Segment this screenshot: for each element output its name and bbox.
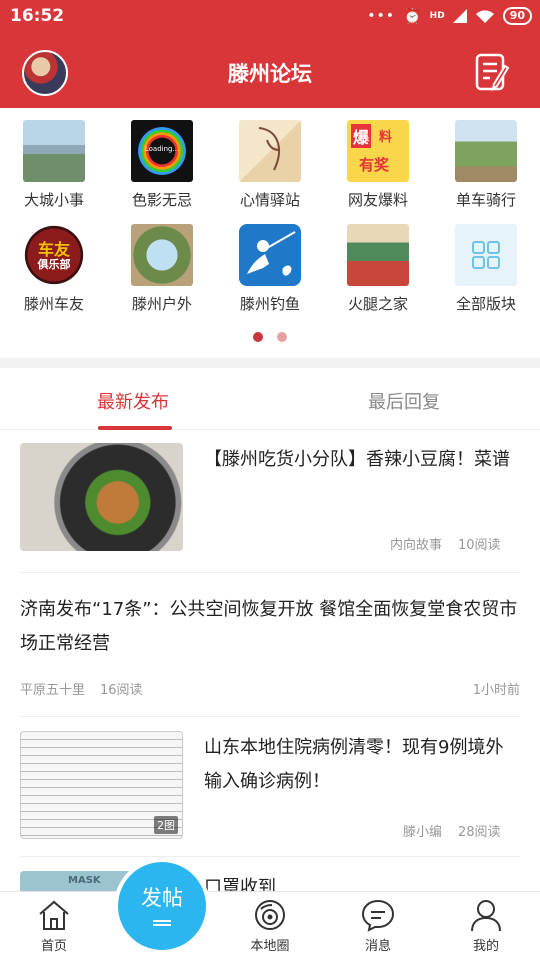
category-grid: 大城小事 Loading... 色影无忌 心情驿站 爆 料 有奖 网友爆料 单车… (0, 108, 540, 358)
post-thumbnail (20, 443, 183, 551)
image-count-badge: 2图 (154, 816, 178, 834)
category-fishing[interactable]: 滕州钓鱼 (220, 224, 320, 314)
status-time: 16:52 (10, 6, 65, 26)
list-item[interactable]: MASK 口罩收到 (20, 857, 520, 891)
message-icon (361, 899, 395, 932)
signal-icon (452, 9, 467, 23)
post-reads: 28阅读 (458, 825, 501, 840)
news-tip-icon: 爆 料 有奖 (347, 120, 409, 182)
local-circle-icon (255, 900, 285, 930)
category-outdoor[interactable]: 滕州户外 (112, 224, 212, 314)
page-dot-active (253, 332, 263, 342)
new-post-button[interactable]: 发帖 (118, 862, 206, 950)
page-indicator (0, 332, 540, 342)
post-title: 【滕州吃货小分队】香辣小豆腐！菜谱 (204, 449, 510, 470)
bottom-nav: 首页 本地圈 消息 我的 (0, 891, 540, 960)
nav-profile[interactable]: 我的 (446, 898, 526, 954)
fishing-icon (239, 224, 301, 286)
post-reads: 10阅读 (458, 538, 501, 553)
signal-label: HD (429, 11, 445, 21)
tip-bao-text: 爆 (351, 124, 372, 148)
bicycle-icon (455, 120, 517, 182)
tip-liao-text: 料 (379, 130, 393, 145)
nav-local-circle[interactable]: 本地圈 (230, 898, 310, 954)
car-club-subtext: 俱乐部 (37, 258, 71, 271)
mask-text: MASK (68, 875, 101, 886)
nav-messages[interactable]: 消息 (338, 898, 418, 954)
category-ham-radio[interactable]: 火腿之家 (328, 224, 428, 314)
list-item[interactable]: 2图 山东本地住院病例清零！现有9例境外输入确诊病例！ 滕小编 28阅读 (20, 717, 520, 857)
category-news-tip[interactable]: 爆 料 有奖 网友爆料 (328, 120, 428, 210)
battery-icon: 90 (502, 7, 532, 25)
post-title: 口罩收到 (204, 877, 276, 891)
list-item[interactable]: 【滕州吃货小分队】香辣小豆腐！菜谱 内向故事 10阅读 (20, 443, 520, 573)
section-divider (0, 358, 540, 368)
outdoor-icon (131, 224, 193, 286)
post-reads: 16阅读 (100, 683, 143, 698)
tab-last-reply[interactable]: 最后回复 (368, 388, 440, 414)
alarm-icon: ⏰ (402, 7, 422, 25)
category-all-boards[interactable]: 全部版块 (436, 224, 536, 314)
mood-icon (239, 120, 301, 182)
radio-icon (347, 224, 409, 286)
app-header: 滕州论坛 (0, 36, 540, 108)
menu-lines-icon (153, 920, 171, 922)
tip-prize-text: 有奖 (359, 156, 390, 174)
category-cycling[interactable]: 单车骑行 (436, 120, 536, 210)
post-title: 山东本地住院病例清零！现有9例境外输入确诊病例！ (204, 737, 504, 792)
grid-icon (455, 224, 517, 286)
new-post-label: 发帖 (141, 886, 183, 910)
category-mood[interactable]: 心情驿站 (220, 120, 320, 210)
camera-lens-icon: Loading... (131, 120, 193, 182)
list-item[interactable]: 济南发布“17条”：公共空间恢复开放 餐馆全面恢复堂食农贸市场正常经营 平原五十… (20, 573, 520, 717)
nav-home[interactable]: 首页 (14, 898, 94, 954)
page-dot (277, 332, 287, 342)
post-author: 内向故事 (390, 538, 443, 553)
tab-latest[interactable]: 最新发布 (97, 388, 169, 414)
post-thumbnail: 2图 (20, 731, 183, 839)
status-icons: ••• ⏰ HD 90 (367, 7, 532, 25)
status-bar: 16:52 ••• ⏰ HD 90 (0, 0, 540, 36)
post-feed: 【滕州吃货小分队】香辣小豆腐！菜谱 内向故事 10阅读 济南发布“17条”：公共… (0, 431, 540, 891)
category-photo[interactable]: Loading... 色影无忌 (112, 120, 212, 210)
car-club-icon: 车友 俱乐部 (23, 224, 85, 286)
post-time: 1小时前 (472, 683, 520, 698)
city-icon (23, 120, 85, 182)
post-author: 平原五十里 (20, 683, 86, 698)
post-author: 滕小编 (403, 825, 443, 840)
page-title: 滕州论坛 (228, 62, 312, 86)
compose-icon[interactable] (474, 52, 510, 92)
profile-icon (471, 900, 501, 932)
post-title: 济南发布“17条”：公共空间恢复开放 餐馆全面恢复堂食农贸市场正常经营 (20, 599, 518, 654)
category-car-club[interactable]: 车友 俱乐部 滕州车友 (4, 224, 104, 314)
category-city[interactable]: 大城小事 (4, 120, 104, 210)
feed-tabs: 最新发布 最后回复 (0, 368, 540, 430)
tab-underline (98, 426, 172, 430)
wifi-icon (475, 9, 494, 23)
home-icon (39, 900, 69, 930)
more-dots-icon: ••• (367, 8, 395, 24)
loading-text: Loading... (144, 145, 180, 153)
